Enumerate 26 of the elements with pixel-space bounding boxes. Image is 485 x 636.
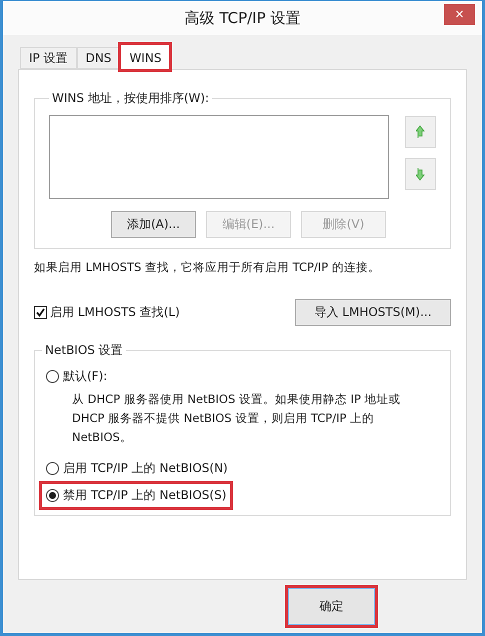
- down-arrow-icon: [416, 167, 426, 181]
- radio-button[interactable]: [46, 489, 59, 502]
- group-title: WINS 地址，按使用排序(W):: [51, 90, 210, 107]
- tab[interactable]: WINS: [120, 44, 170, 70]
- radio-option[interactable]: 禁用 TCP/IP 上的 NetBIOS(S): [42, 484, 230, 507]
- address-list[interactable]: [49, 115, 389, 199]
- ok-button[interactable]: 确定: [288, 588, 375, 625]
- checkbox-label: 启用 LMHOSTS 查找(L): [50, 304, 180, 321]
- radio-option[interactable]: 启用 TCP/IP 上的 NetBIOS(N): [42, 457, 232, 480]
- radio-label: 默认(F):: [63, 368, 108, 385]
- lmhosts-note: 如果启用 LMHOSTS 查找，它将应用于所有启用 TCP/IP 的连接。: [34, 260, 381, 275]
- tab[interactable]: IP 设置: [20, 47, 77, 69]
- checkbox[interactable]: [34, 306, 47, 319]
- radio-button[interactable]: [46, 370, 59, 383]
- radio-label: 启用 TCP/IP 上的 NetBIOS(N): [63, 460, 228, 477]
- close-button[interactable]: ×: [444, 4, 475, 25]
- import-button[interactable]: 导入 LMHOSTS(M)...: [295, 299, 451, 326]
- tab[interactable]: DNS: [76, 47, 120, 69]
- radio-button[interactable]: [46, 462, 59, 475]
- group-title: NetBIOS 设置: [44, 342, 124, 359]
- window-title: 高级 TCP/IP 设置: [184, 8, 300, 28]
- option-description: 从 DHCP 服务器使用 NetBIOS 设置。如果使用静态 IP 地址或 DHCP 服务器不提供 NetBIOS 设置，则启用 TCP/IP 上的 NetBIOS。: [72, 391, 402, 446]
- action-button[interactable]: 添加(A)...: [111, 211, 196, 238]
- radio-option[interactable]: 默认(F):: [42, 365, 112, 388]
- radio-label: 禁用 TCP/IP 上的 NetBIOS(S): [63, 487, 226, 504]
- up-arrow-icon: [416, 125, 426, 139]
